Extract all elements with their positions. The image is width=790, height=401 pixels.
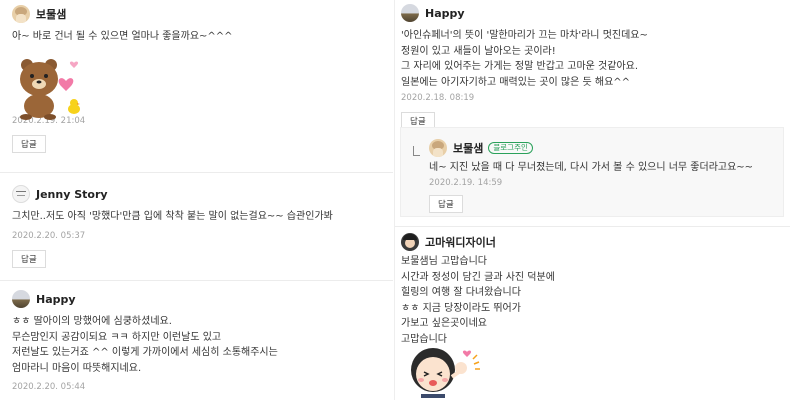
comment-author[interactable]: Jenny Story — [36, 188, 108, 201]
comment-author[interactable]: Happy — [425, 7, 465, 20]
comment-author[interactable]: 보물샘 — [36, 6, 66, 22]
comment-item: Happy '아인슈페너'의 뜻이 '말한마리가 끄는 마차'라니 멋진데요~ … — [401, 3, 784, 130]
reply-button[interactable]: 답글 — [12, 134, 46, 153]
comment-text: 아~ 바로 건너 될 수 있으면 얼마나 좋을까요~^^^ — [12, 31, 233, 42]
avatar[interactable] — [401, 233, 419, 251]
reply-arrow-icon — [413, 146, 420, 156]
reply-comment-box: 보물샘 블로그주인 네~ 지진 났을 때 다 무너졌는데, 다시 가서 볼 수 … — [400, 127, 784, 217]
comment-text: ㅎㅎ 딸아이의 망했어에 심쿵하셨네요. 무슨맘인지 공감이되요 ㅋㅋ 하지만 … — [12, 316, 278, 374]
avatar[interactable] — [12, 185, 30, 203]
comment-date: 2020.2.20. 05:44 — [12, 382, 86, 392]
avatar[interactable] — [401, 4, 419, 22]
comment-item: 보물샘 아~ 바로 건너 될 수 있으면 얼마나 좋을까요~^^^ 2020.2… — [12, 4, 387, 153]
comment-author[interactable]: Happy — [36, 293, 76, 306]
waving-girl-sticker — [407, 338, 487, 398]
separator — [0, 280, 393, 281]
comment-author[interactable]: 보물샘 — [453, 140, 483, 156]
column-divider — [394, 0, 395, 400]
avatar[interactable] — [12, 5, 30, 23]
comment-item: 고마워디자이너 보물샘님 고맙습니다 시간과 정성이 담긴 글과 사진 덕분에 … — [401, 232, 784, 398]
comment-date: 2020.2.20. 05:37 — [12, 230, 86, 241]
avatar[interactable] — [429, 139, 447, 157]
reply-button[interactable]: 답글 — [429, 194, 463, 213]
comment-author[interactable]: 고마워디자이너 — [425, 234, 496, 250]
avatar[interactable] — [12, 290, 30, 308]
separator — [395, 226, 790, 227]
comment-date: 2020.2.18. 08:19 — [401, 93, 475, 103]
comment-item: Jenny Story 그치만..저도 아직 '망했다'만큼 입에 착착 붙는 … — [12, 184, 387, 268]
comment-text: 그치만..저도 아직 '망했다'만큼 입에 착착 붙는 말이 없는걸요~~ 습관… — [12, 211, 333, 222]
comment-text: 네~ 지진 났을 때 다 무너졌는데, 다시 가서 볼 수 있으니 너무 좋더라… — [429, 162, 754, 173]
comment-text: 보물샘님 고맙습니다 시간과 정성이 담긴 글과 사진 덕분에 힐링의 여행 잘… — [401, 256, 555, 345]
separator — [0, 172, 393, 173]
reply-button[interactable]: 답글 — [12, 249, 46, 268]
comment-date: 2020.2.19. 14:59 — [429, 177, 503, 188]
comment-item: 보물샘 블로그주인 네~ 지진 났을 때 다 무너졌는데, 다시 가서 볼 수 … — [429, 138, 777, 213]
brown-bear-sticker — [14, 51, 84, 121]
blog-owner-badge: 블로그주인 — [488, 142, 533, 154]
comment-item: Happy ㅎㅎ 딸아이의 망했어에 심쿵하셨네요. 무슨맘인지 공감이되요 ㅋ… — [12, 289, 387, 392]
comment-text: '아인슈페너'의 뜻이 '말한마리가 끄는 마차'라니 멋진데요~ 정원이 있고… — [401, 30, 648, 88]
